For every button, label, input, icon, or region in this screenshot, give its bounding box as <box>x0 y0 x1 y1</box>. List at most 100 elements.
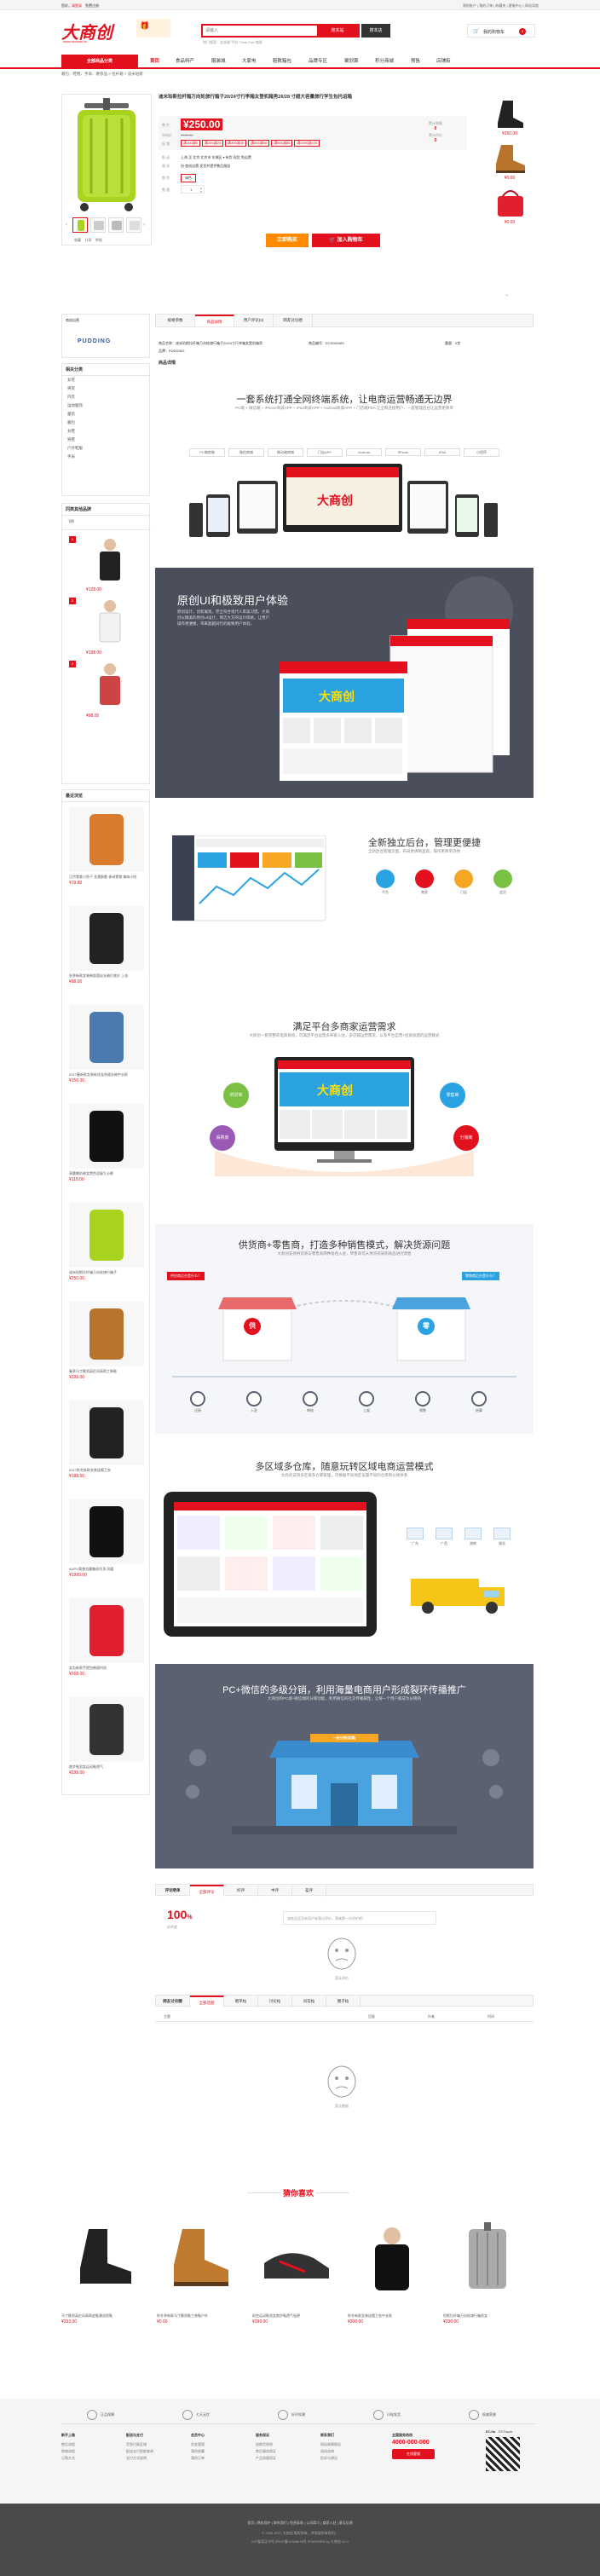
footer-link[interactable]: 投诉与建议 <box>320 2455 380 2462</box>
product-image[interactable] <box>69 1203 144 1268</box>
sidebar-category-item[interactable]: 箱包 <box>62 419 149 427</box>
favorite-link[interactable]: 收藏 <box>74 238 81 242</box>
footer-link[interactable]: 支付方式说明 <box>126 2455 186 2462</box>
recent-product[interactable]: 女包新款手提包韩版时尚 ¥268.00 <box>69 1598 144 1694</box>
discussion-tab[interactable]: 晒单帖 <box>224 1996 258 2007</box>
product-name[interactable]: AUPU奥普浴霸集成吊顶 风暖 <box>69 1567 144 1571</box>
footer-link[interactable]: 资金管理 <box>191 2441 251 2448</box>
recent-product[interactable]: 2017秋冬新款女装连帽卫衣 ¥188.00 <box>69 1401 144 1496</box>
discussion-tab[interactable]: 问答帖 <box>292 1996 326 2007</box>
detail-tab[interactable]: 规格参数 <box>156 315 195 326</box>
hot-search[interactable]: 热门搜索：连衣裙 手机 Think Pad 电脑 <box>203 40 262 45</box>
discussion-tab[interactable]: 网友讨论圈 <box>156 1996 190 2007</box>
product-image[interactable] <box>443 2208 532 2310</box>
recommend-image[interactable] <box>489 97 530 131</box>
product-image[interactable] <box>69 906 144 971</box>
comment-tab[interactable]: 评论晒单 <box>156 1885 190 1897</box>
online-service-button[interactable]: 在线客服 <box>392 2449 435 2459</box>
product-name[interactable]: 马丁靴男英伦风高帮皮鞋潮流男鞋 <box>61 2313 150 2318</box>
guess-product[interactable]: 马丁靴男英伦风高帮皮鞋潮流男鞋 ¥333.00 <box>61 2208 150 2361</box>
add-to-cart-button[interactable]: 🛒 加入购物车 <box>312 234 380 247</box>
nav-item[interactable]: 品牌专区 <box>309 55 327 69</box>
my-account-link[interactable]: 我的账户 <box>463 3 476 8</box>
cart-button[interactable]: 🛒 我的购物车 0 <box>467 24 535 38</box>
recent-product[interactable]: 跑步鞋男女运动鞋透气 ¥299.00 <box>69 1697 144 1793</box>
footer-link[interactable]: 订购方式 <box>61 2455 121 2462</box>
search-input[interactable] <box>203 26 317 36</box>
qr-tab-ecjia[interactable]: ECJia <box>486 2429 495 2434</box>
product-name[interactable]: 跑步鞋男女运动鞋透气 <box>69 1765 144 1769</box>
promo-banner[interactable]: 🎁 <box>136 19 170 38</box>
product-image[interactable] <box>69 1499 144 1564</box>
sidebar-category-item[interactable]: 女鞋 <box>62 427 149 436</box>
nav-item[interactable]: 鞋靴箱包 <box>273 55 291 69</box>
thumbnail[interactable] <box>108 217 124 233</box>
breadcrumb[interactable]: 箱包、鞋靴、手表、奢侈品 > 拉杆箱 > 迪米珀斯 <box>61 72 143 77</box>
site-nav-link[interactable]: 网站导航 <box>525 3 539 8</box>
sidebar-category-item[interactable]: 户外鞋服 <box>62 444 149 453</box>
favorites-link[interactable]: 收藏夹 <box>495 3 505 8</box>
report-link[interactable]: 举报 <box>95 238 102 242</box>
product-name[interactable]: 春季马丁靴男英伦风高帮工装鞋 <box>69 1369 144 1373</box>
product-name[interactable]: 秋冬新款女装连帽卫衣中长款 <box>348 2313 436 2318</box>
product-image[interactable] <box>69 1005 144 1070</box>
detail-tab[interactable]: 商品详情 <box>195 315 234 326</box>
search-shop-button[interactable]: 搜本店 <box>361 24 390 38</box>
sidebar-category-item[interactable]: 手表 <box>62 453 149 461</box>
product-name[interactable]: 正宗零食小鱼干 金黄酥脆 休闲零食 美味小吃 <box>69 875 144 879</box>
product-image[interactable] <box>61 2208 150 2310</box>
quantity-stepper[interactable]: 1 ▴ ▾ <box>181 185 205 193</box>
sidebar-category-item[interactable]: 内衣 <box>62 393 149 401</box>
thumbnail[interactable] <box>72 217 88 233</box>
product-image[interactable] <box>69 1302 144 1366</box>
qr-tab-ectouch[interactable]: ECTouch <box>499 2429 512 2434</box>
buy-now-button[interactable]: 立即购买 <box>266 234 309 247</box>
product-name[interactable]: 2017春新款女装碎花连衣裙长袖中长款 <box>69 1072 144 1077</box>
product-image[interactable] <box>69 1598 144 1663</box>
nav-item[interactable]: 聚划算 <box>344 55 359 69</box>
shop-brand-logo[interactable]: PUDDING <box>78 338 111 344</box>
recommend-image[interactable] <box>489 186 530 220</box>
product-name[interactable]: 耐克运动鞋男女跑步鞋透气轻便 <box>252 2313 341 2318</box>
comment-tab[interactable]: 全部评论 <box>190 1885 224 1897</box>
footer-link[interactable]: 退换货原则 <box>256 2441 315 2448</box>
recommend-next-icon[interactable]: ⌄ <box>505 292 509 297</box>
my-orders-link[interactable]: 我的订单 <box>479 3 493 8</box>
rank-brand-name[interactable]: 飞利 <box>67 519 74 524</box>
recent-product[interactable]: AUPU奥普浴霸集成吊顶 风暖 ¥1999.00 <box>69 1499 144 1595</box>
recent-product[interactable]: 迪米珀斯拉杆箱万向轮旅行箱子 ¥250.00 <box>69 1203 144 1298</box>
product-name[interactable]: 迪米珀斯拉杆箱万向轮旅行箱子 <box>69 1270 144 1274</box>
discussion-tab[interactable]: 全部话题 <box>190 1996 224 2007</box>
product-name[interactable]: 铝框拉杆箱万向轮旅行箱男女 <box>443 2313 532 2318</box>
nav-item[interactable]: 服装城 <box>211 55 226 69</box>
nav-item[interactable]: 预售 <box>411 55 420 69</box>
thumb-next-icon[interactable]: › <box>143 222 145 228</box>
nav-item[interactable]: 大家电 <box>242 55 257 69</box>
nav-item[interactable]: 店铺街 <box>436 55 451 69</box>
guess-product[interactable]: 秋冬季新款马丁靴男鞋工装鞋户外 ¥0.00 <box>157 2208 245 2361</box>
sidebar-category-item[interactable]: 男鞋 <box>62 436 149 444</box>
comment-prompt[interactable]: 该商品还没有用户发表过评价，我来第一位评价吧！ <box>283 1911 436 1925</box>
product-name[interactable]: 2017秋冬新款女装连帽卫衣 <box>69 1468 144 1472</box>
quantity-value[interactable]: 1 <box>190 188 192 192</box>
footer-link[interactable]: 配送支付智能查询 <box>126 2448 186 2455</box>
service-link[interactable]: 客服中心 <box>509 3 522 8</box>
product-name[interactable]: 高腰喇叭裤女黑色显瘦九分裤 <box>69 1171 144 1175</box>
all-categories-button[interactable]: 全部商品分类 <box>61 55 138 69</box>
footer-link[interactable]: 网站故障报告 <box>320 2441 380 2448</box>
sidebar-category-item[interactable]: 童装 <box>62 410 149 419</box>
discussion-tab[interactable]: 圈子帖 <box>326 1996 361 2007</box>
detail-tab[interactable]: 网友讨论圈 <box>274 315 313 326</box>
rank-product[interactable]: 1 <box>69 536 144 587</box>
register-link[interactable]: 免费注册 <box>85 3 99 9</box>
color-option[interactable]: 绿色 <box>181 174 196 182</box>
rank-product[interactable]: 3 <box>69 661 144 712</box>
login-link[interactable]: 请登录 <box>72 3 82 9</box>
footer-link[interactable]: 售后流程 <box>61 2441 121 2448</box>
product-name[interactable]: 秋冬季新款马丁靴男鞋工装鞋户外 <box>157 2313 245 2318</box>
thumb-prev-icon[interactable]: ‹ <box>66 222 67 228</box>
recent-product[interactable]: 春季马丁靴男英伦风高帮工装鞋 ¥299.00 <box>69 1302 144 1397</box>
rank-product[interactable]: 2 <box>69 598 144 649</box>
footer-link[interactable]: 售后服务保证 <box>256 2448 315 2455</box>
comment-tab[interactable]: 差评 <box>292 1885 326 1897</box>
